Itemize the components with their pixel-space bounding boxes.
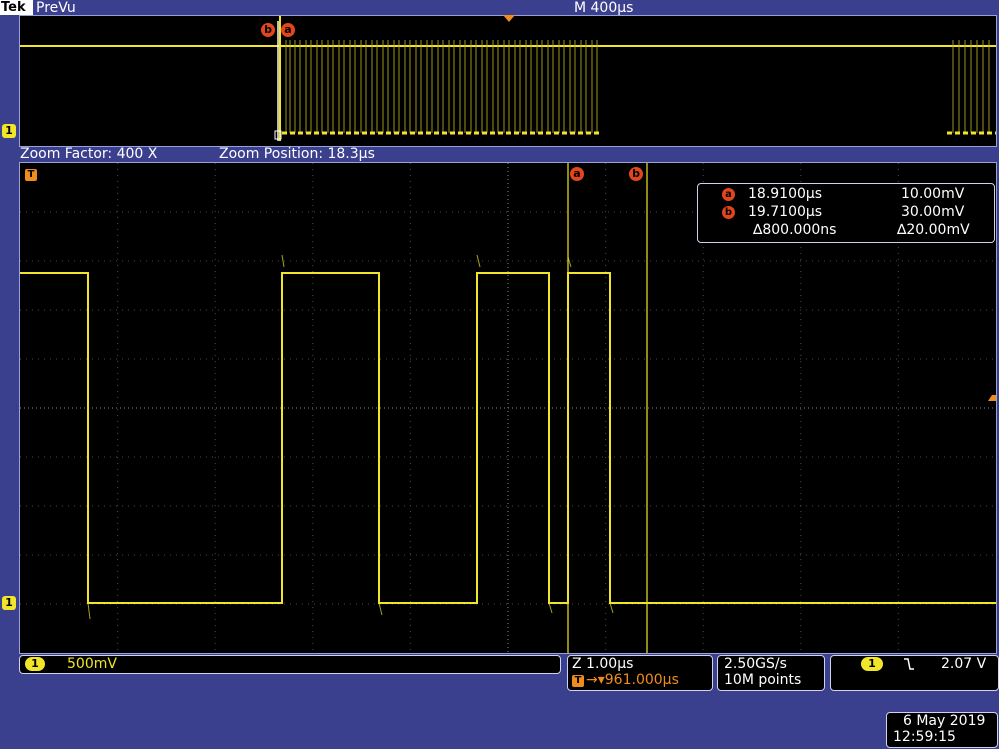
acquisition-mode: PreVu	[36, 0, 76, 16]
delta-voltage: ∆20.00mV	[897, 222, 970, 238]
ch1-volts-per-div: 500mV	[67, 656, 117, 672]
date: 6 May 2019	[903, 713, 986, 729]
cursor-a-marker[interactable]: a	[570, 167, 584, 181]
overview-waveform-window[interactable]	[19, 15, 997, 147]
cursor-b-time: 19.7100µs	[748, 204, 823, 220]
acquisition-panel[interactable]: 2.50GS/s 10M points	[717, 655, 825, 691]
cursor-a-badge: a	[722, 188, 735, 201]
trigger-position-icon	[503, 15, 515, 22]
falling-edge-icon	[903, 656, 915, 676]
cursor-a-time: 18.9100µs	[748, 186, 823, 202]
main-timebase[interactable]: M 400µs	[574, 0, 633, 16]
overview-trace	[20, 16, 996, 141]
cursor-b-marker[interactable]: b	[629, 167, 643, 181]
horizontal-panel[interactable]: Z 1.00µs T →▾961.000µs	[567, 655, 713, 691]
ch1-badge: 1	[25, 657, 45, 671]
ch1-scale-panel[interactable]: 1 500mV	[19, 655, 561, 674]
cursor-b-badge: b	[722, 206, 735, 219]
ch1-ground-marker[interactable]: 1	[2, 596, 16, 610]
trigger-panel[interactable]: 1 2.07 V	[830, 655, 999, 691]
arrow-icon: →▾	[586, 672, 605, 688]
zoom-position: Zoom Position: 18.3µs	[219, 146, 375, 162]
trigger-source-badge: 1	[861, 657, 883, 671]
trigger-level: 2.07 V	[941, 656, 987, 672]
ch1-ground-marker-overview[interactable]: 1	[2, 124, 16, 138]
trigger-marker[interactable]: T	[25, 169, 37, 181]
cursor-a-voltage: 10.00mV	[901, 186, 965, 202]
delta-time: ∆800.000ns	[753, 222, 837, 238]
record-length: 10M points	[724, 672, 802, 688]
brand-logo: Tek	[0, 0, 33, 15]
cursor-b-voltage: 30.00mV	[901, 204, 965, 220]
time: 12:59:15	[893, 729, 956, 745]
cursor-b-marker-overview[interactable]: b	[261, 23, 275, 37]
cursor-a-marker-overview[interactable]: a	[281, 23, 295, 37]
zoom-factor: Zoom Factor: 400 X	[20, 146, 158, 162]
cursor-readout-panel: a 18.9100µs 10.00mV b 19.7100µs 30.00mV …	[697, 183, 995, 243]
datetime-panel: 6 May 2019 12:59:15	[886, 712, 998, 748]
trigger-offset: →▾961.000µs	[586, 672, 679, 688]
zoom-time-per-div: Z 1.00µs	[572, 656, 634, 672]
sample-rate: 2.50GS/s	[724, 656, 787, 672]
trigger-icon: T	[572, 675, 584, 687]
